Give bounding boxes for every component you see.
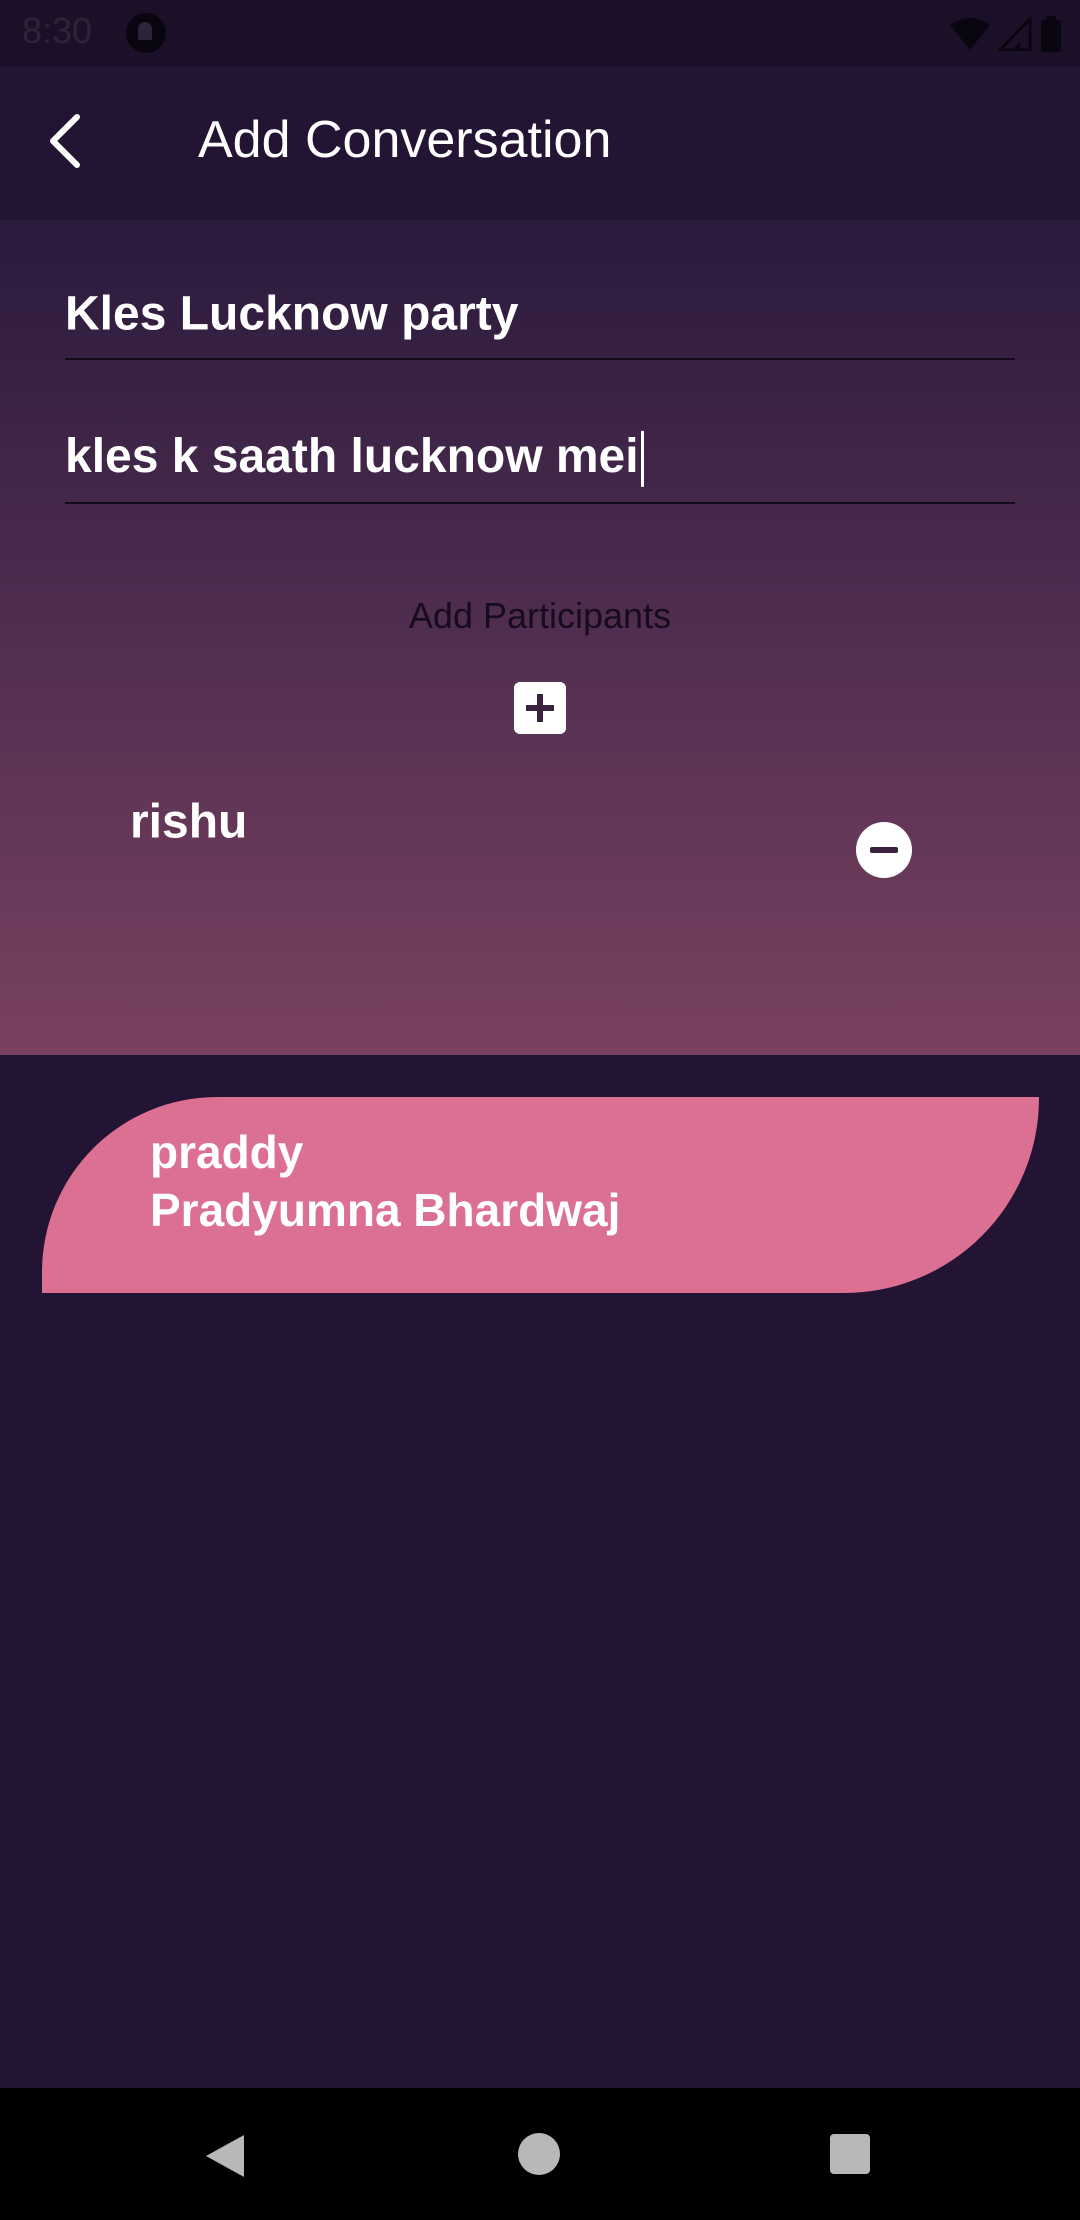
conversation-title-input[interactable]: Kles Lucknow party — [65, 248, 1015, 360]
arrow-back-icon — [50, 114, 80, 168]
add-participant-button[interactable] — [514, 682, 566, 734]
back-button[interactable] — [30, 106, 100, 176]
conversation-title-value: Kles Lucknow party — [65, 287, 519, 341]
remove-participant-button[interactable] — [856, 822, 912, 878]
battery-icon — [1041, 16, 1061, 52]
status-bar: 8:30 — [0, 0, 1080, 66]
contact-list-item[interactable]: praddy Pradyumna Bhardwaj — [42, 1097, 1039, 1293]
app-bar: Add Conversation — [0, 66, 1080, 220]
status-time: 8:30 — [22, 10, 93, 51]
text-cursor — [640, 431, 644, 488]
page-title: Add Conversation — [198, 111, 612, 169]
add-participants-label: Add Participants — [408, 595, 672, 636]
conversation-description-value: kles k saath lucknow mei — [65, 429, 639, 483]
wifi-icon — [950, 18, 990, 50]
system-navigation-bar — [0, 2088, 1080, 2220]
minus-icon — [870, 847, 898, 853]
nav-recents-icon[interactable] — [830, 2134, 870, 2174]
conversation-description-input[interactable]: kles k saath lucknow mei — [65, 392, 1015, 504]
conversation-form: Kles Lucknow party kles k saath lucknow … — [0, 220, 1080, 1055]
nav-back-icon[interactable] — [204, 2133, 246, 2179]
participant-name: rishu — [130, 795, 248, 849]
status-icons — [950, 14, 1062, 54]
nav-home-icon[interactable] — [518, 2133, 560, 2175]
app-notification-icon — [126, 13, 166, 53]
contact-full-name: Pradyumna Bhardwaj — [150, 1184, 621, 1236]
plus-icon — [526, 694, 554, 722]
signal-icon — [998, 17, 1032, 51]
contact-username: praddy — [150, 1126, 304, 1178]
